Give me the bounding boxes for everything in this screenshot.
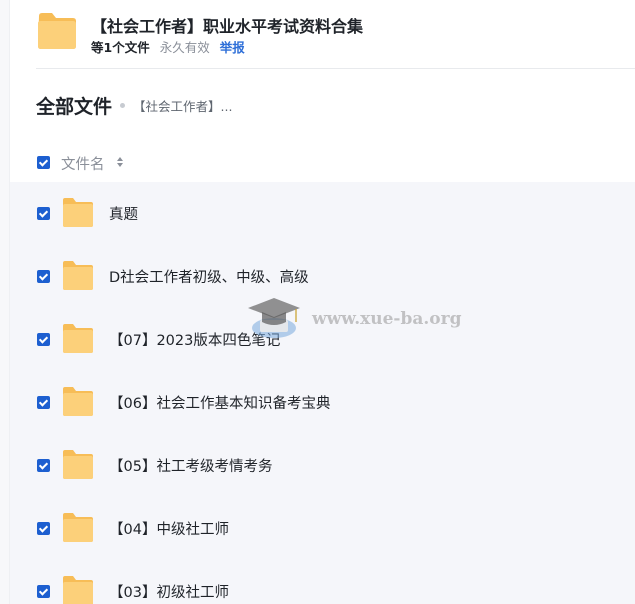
report-link[interactable]: 举报 xyxy=(220,40,245,55)
row-checkbox[interactable] xyxy=(37,585,50,598)
folder-icon xyxy=(38,13,76,49)
folder-icon xyxy=(63,513,93,542)
header-divider xyxy=(36,68,635,69)
folder-icon xyxy=(63,261,93,290)
breadcrumb-separator xyxy=(120,103,126,108)
share-meta: 等1个文件 永久有效 举报 xyxy=(91,37,245,56)
file-list: 真题 D社会工作者初级、中级、高级 【07】2023版本四色笔记【06】社会工作基本… xyxy=(10,182,635,604)
file-name[interactable]: 真题 xyxy=(109,203,138,224)
row-checkbox[interactable] xyxy=(37,396,50,409)
file-row[interactable]: 【06】社会工作基本知识备考宝典 xyxy=(10,371,635,434)
file-row[interactable]: 真题 xyxy=(10,182,635,245)
breadcrumb: 全部文件 【社会工作者】... xyxy=(36,92,232,118)
file-row[interactable]: 【04】中级社工师 xyxy=(10,497,635,560)
left-panel-edge xyxy=(0,0,10,604)
sort-icon[interactable] xyxy=(116,157,124,169)
row-checkbox[interactable] xyxy=(37,270,50,283)
folder-icon xyxy=(63,576,93,604)
file-row[interactable]: 【07】2023版本四色笔记 xyxy=(10,308,635,371)
file-name[interactable]: D社会工作者初级、中级、高级 xyxy=(109,266,309,287)
validity-text: 永久有效 xyxy=(159,40,210,55)
folder-icon xyxy=(63,387,93,416)
column-name-header[interactable]: 文件名 xyxy=(61,153,105,174)
breadcrumb-root[interactable]: 全部文件 xyxy=(36,96,112,118)
file-row[interactable]: 【03】初级社工师 xyxy=(10,560,635,604)
row-checkbox[interactable] xyxy=(37,459,50,472)
folder-icon xyxy=(63,324,93,353)
file-name[interactable]: 【07】2023版本四色笔记 xyxy=(109,329,280,350)
list-header: 文件名 xyxy=(36,150,635,176)
folder-icon xyxy=(63,198,93,227)
file-row[interactable]: 【05】社工考级考情考务 xyxy=(10,434,635,497)
row-checkbox[interactable] xyxy=(37,522,50,535)
file-name[interactable]: 【04】中级社工师 xyxy=(109,518,229,539)
breadcrumb-current[interactable]: 【社会工作者】... xyxy=(133,99,232,114)
row-checkbox[interactable] xyxy=(37,207,50,220)
file-row[interactable]: D社会工作者初级、中级、高级 xyxy=(10,245,635,308)
file-count: 等1个文件 xyxy=(91,40,150,55)
share-header: 【社会工作者】职业水平考试资料合集 等1个文件 永久有效 举报 xyxy=(36,10,635,68)
share-title: 【社会工作者】职业水平考试资料合集 xyxy=(91,17,364,36)
select-all-checkbox[interactable] xyxy=(37,156,50,169)
file-name[interactable]: 【03】初级社工师 xyxy=(109,581,229,602)
file-name[interactable]: 【05】社工考级考情考务 xyxy=(109,455,272,476)
row-checkbox[interactable] xyxy=(37,333,50,346)
folder-icon xyxy=(63,450,93,479)
file-name[interactable]: 【06】社会工作基本知识备考宝典 xyxy=(109,392,330,413)
